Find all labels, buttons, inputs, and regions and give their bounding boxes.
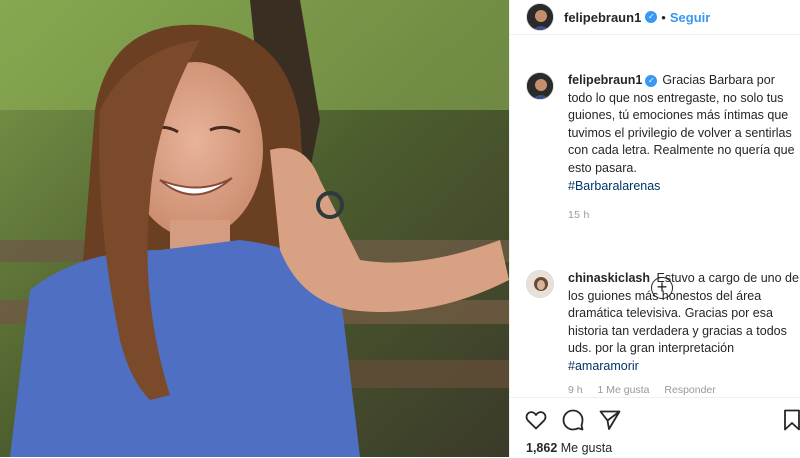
comment-icon[interactable] bbox=[561, 408, 585, 432]
likes-count: 1,862 bbox=[526, 441, 558, 455]
heart-icon[interactable] bbox=[524, 408, 548, 432]
avatar-image bbox=[527, 73, 553, 99]
post-side-panel: felipebraun1 ✓ • Seguir felipebraun1 ✓ Gra… bbox=[509, 0, 800, 458]
post-actions-bar: 1,862 Me gusta bbox=[510, 397, 800, 458]
caption-text: felipebraun1 ✓ Gracias Barbara por todo lo… bbox=[568, 72, 800, 195]
caption-body: Gracias Barbara por todo lo que nos entr… bbox=[568, 73, 795, 175]
comment-likes[interactable]: 1 Me gusta bbox=[598, 384, 650, 396]
likes-label: Me gusta bbox=[560, 441, 613, 455]
separator-dot: • bbox=[661, 9, 666, 25]
caption-timestamp[interactable]: 15 h bbox=[568, 209, 800, 221]
caption-username[interactable]: felipebraun1 bbox=[568, 73, 642, 87]
bookmark-icon[interactable] bbox=[780, 408, 800, 432]
comment-timestamp[interactable]: 9 h bbox=[568, 384, 583, 396]
author-username[interactable]: felipebraun1 bbox=[564, 10, 641, 25]
likes-summary[interactable]: 1,862 Me gusta bbox=[526, 441, 612, 455]
post-header: felipebraun1 ✓ • Seguir bbox=[510, 0, 800, 35]
caption-hashtag-link[interactable]: #Barbaralarenas bbox=[568, 179, 660, 193]
verified-badge-icon: ✓ bbox=[645, 11, 658, 23]
verified-badge-icon: ✓ bbox=[645, 74, 658, 87]
caption-avatar[interactable] bbox=[526, 72, 554, 100]
commenter-username[interactable]: chinaskiclash bbox=[568, 271, 650, 285]
follow-button[interactable]: Seguir bbox=[670, 10, 710, 25]
post-photo[interactable] bbox=[0, 0, 509, 457]
commenter-avatar[interactable] bbox=[526, 270, 554, 298]
comment-item: chinaskiclash Estuvo a cargo de uno de l… bbox=[526, 270, 799, 396]
post-photo-image bbox=[0, 0, 509, 457]
comment-hashtag-link[interactable]: #amaramorir bbox=[568, 359, 639, 373]
comment-text: chinaskiclash Estuvo a cargo de uno de l… bbox=[568, 270, 800, 376]
comment-meta: 9 h 1 Me gusta Responder bbox=[568, 384, 800, 396]
avatar-image bbox=[527, 271, 553, 297]
comments-list[interactable]: felipebraun1 ✓ Gracias Barbara por todo lo… bbox=[510, 56, 800, 396]
caption-comment: felipebraun1 ✓ Gracias Barbara por todo lo… bbox=[526, 72, 795, 221]
author-avatar[interactable] bbox=[526, 3, 554, 31]
share-icon[interactable] bbox=[598, 408, 622, 432]
avatar-image bbox=[527, 4, 553, 30]
reply-button[interactable]: Responder bbox=[664, 384, 715, 396]
